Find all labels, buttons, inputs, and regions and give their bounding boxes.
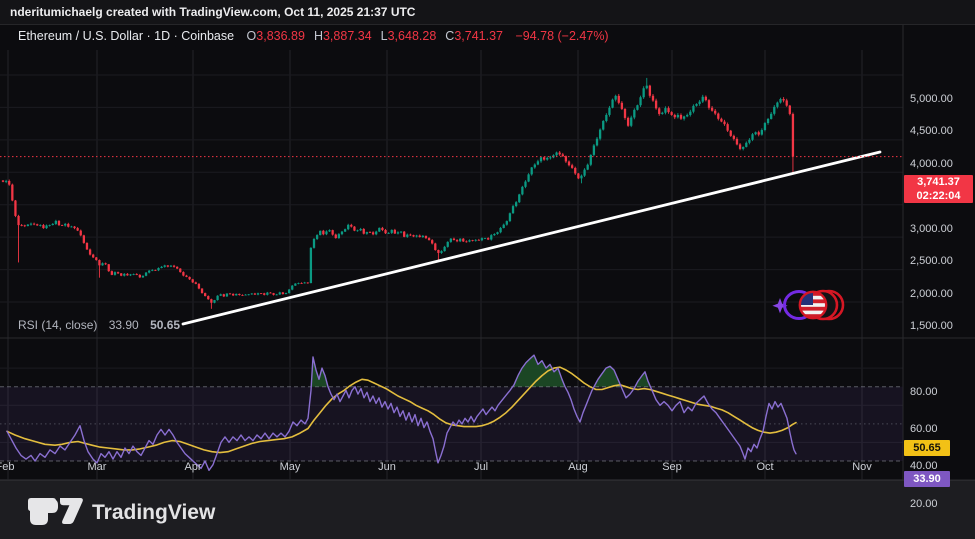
ohlc-value: 3,741.37 [454, 29, 503, 43]
month-label: Sep [660, 461, 684, 473]
price-tick-label: 2,500.00 [910, 255, 953, 267]
ohlc-values: O3,836.89 H3,887.34 L3,648.28 C3,741.37 [238, 29, 503, 43]
symbol-header[interactable]: Ethereum / U.S. Dollar · 1D · Coinbase O… [18, 29, 609, 43]
month-label: Oct [753, 461, 777, 473]
bar-countdown: 02:22:04 [904, 190, 973, 204]
rsi-ma-value: 50.65 [150, 318, 180, 332]
month-label: Apr [181, 461, 205, 473]
attribution-bar: nderitumichaelg created with TradingView… [0, 0, 975, 25]
month-label: Nov [850, 461, 874, 473]
ohlc-value: 3,836.89 [256, 29, 305, 43]
flag-circles-watermark [772, 282, 856, 326]
price-tick-label: 3,000.00 [910, 223, 953, 235]
rsi-title: RSI (14, close) [18, 318, 97, 332]
month-label: Jul [469, 461, 493, 473]
month-label: Mar [85, 461, 109, 473]
symbol-title: Ethereum / U.S. Dollar · 1D · Coinbase [18, 29, 234, 43]
month-label: Jun [375, 461, 399, 473]
ohlc-value: 3,887.34 [323, 29, 372, 43]
tradingview-snapshot: nderitumichaelg created with TradingView… [0, 0, 975, 539]
bottom-brand-bar: TradingView [0, 480, 975, 539]
rsi-tick-label: 20.00 [910, 498, 938, 510]
chart-canvas[interactable] [0, 25, 975, 480]
tradingview-mark-7 [60, 498, 83, 524]
chart-area[interactable]: Ethereum / U.S. Dollar · 1D · Coinbase O… [0, 25, 975, 480]
ohlc-label: C [445, 29, 454, 43]
ohlc-label: O [247, 29, 257, 43]
price-tick-label: 2,000.00 [910, 288, 953, 300]
rsi-ma-badge: 50.65 [904, 440, 950, 456]
price-tick-label: 4,000.00 [910, 158, 953, 170]
ohlc-label: L [381, 29, 388, 43]
month-label: Feb [0, 461, 17, 473]
ohlc-value: 3,648.28 [388, 29, 437, 43]
last-price-value: 3,741.37 [904, 176, 973, 190]
ohlc-label: H [314, 29, 323, 43]
rsi-indicator-header[interactable]: RSI (14, close) 33.90 50.65 [18, 318, 180, 332]
rsi-tick-label: 60.00 [910, 423, 938, 435]
rsi-tick-label: 80.00 [910, 386, 938, 398]
price-tick-label: 1,500.00 [910, 320, 953, 332]
rsi-value-badge: 33.90 [904, 471, 950, 487]
rsi-value: 33.90 [109, 318, 139, 332]
month-label: Aug [566, 461, 590, 473]
month-label: May [278, 461, 302, 473]
price-tick-label: 5,000.00 [910, 93, 953, 105]
last-price-badge: 3,741.37 02:22:04 [904, 175, 973, 203]
price-tick-label: 4,500.00 [910, 125, 953, 137]
tradingview-logo[interactable]: TradingView [26, 495, 246, 527]
tradingview-wordmark: TradingView [92, 501, 216, 524]
change-value: −94.78 (−2.47%) [515, 29, 608, 43]
